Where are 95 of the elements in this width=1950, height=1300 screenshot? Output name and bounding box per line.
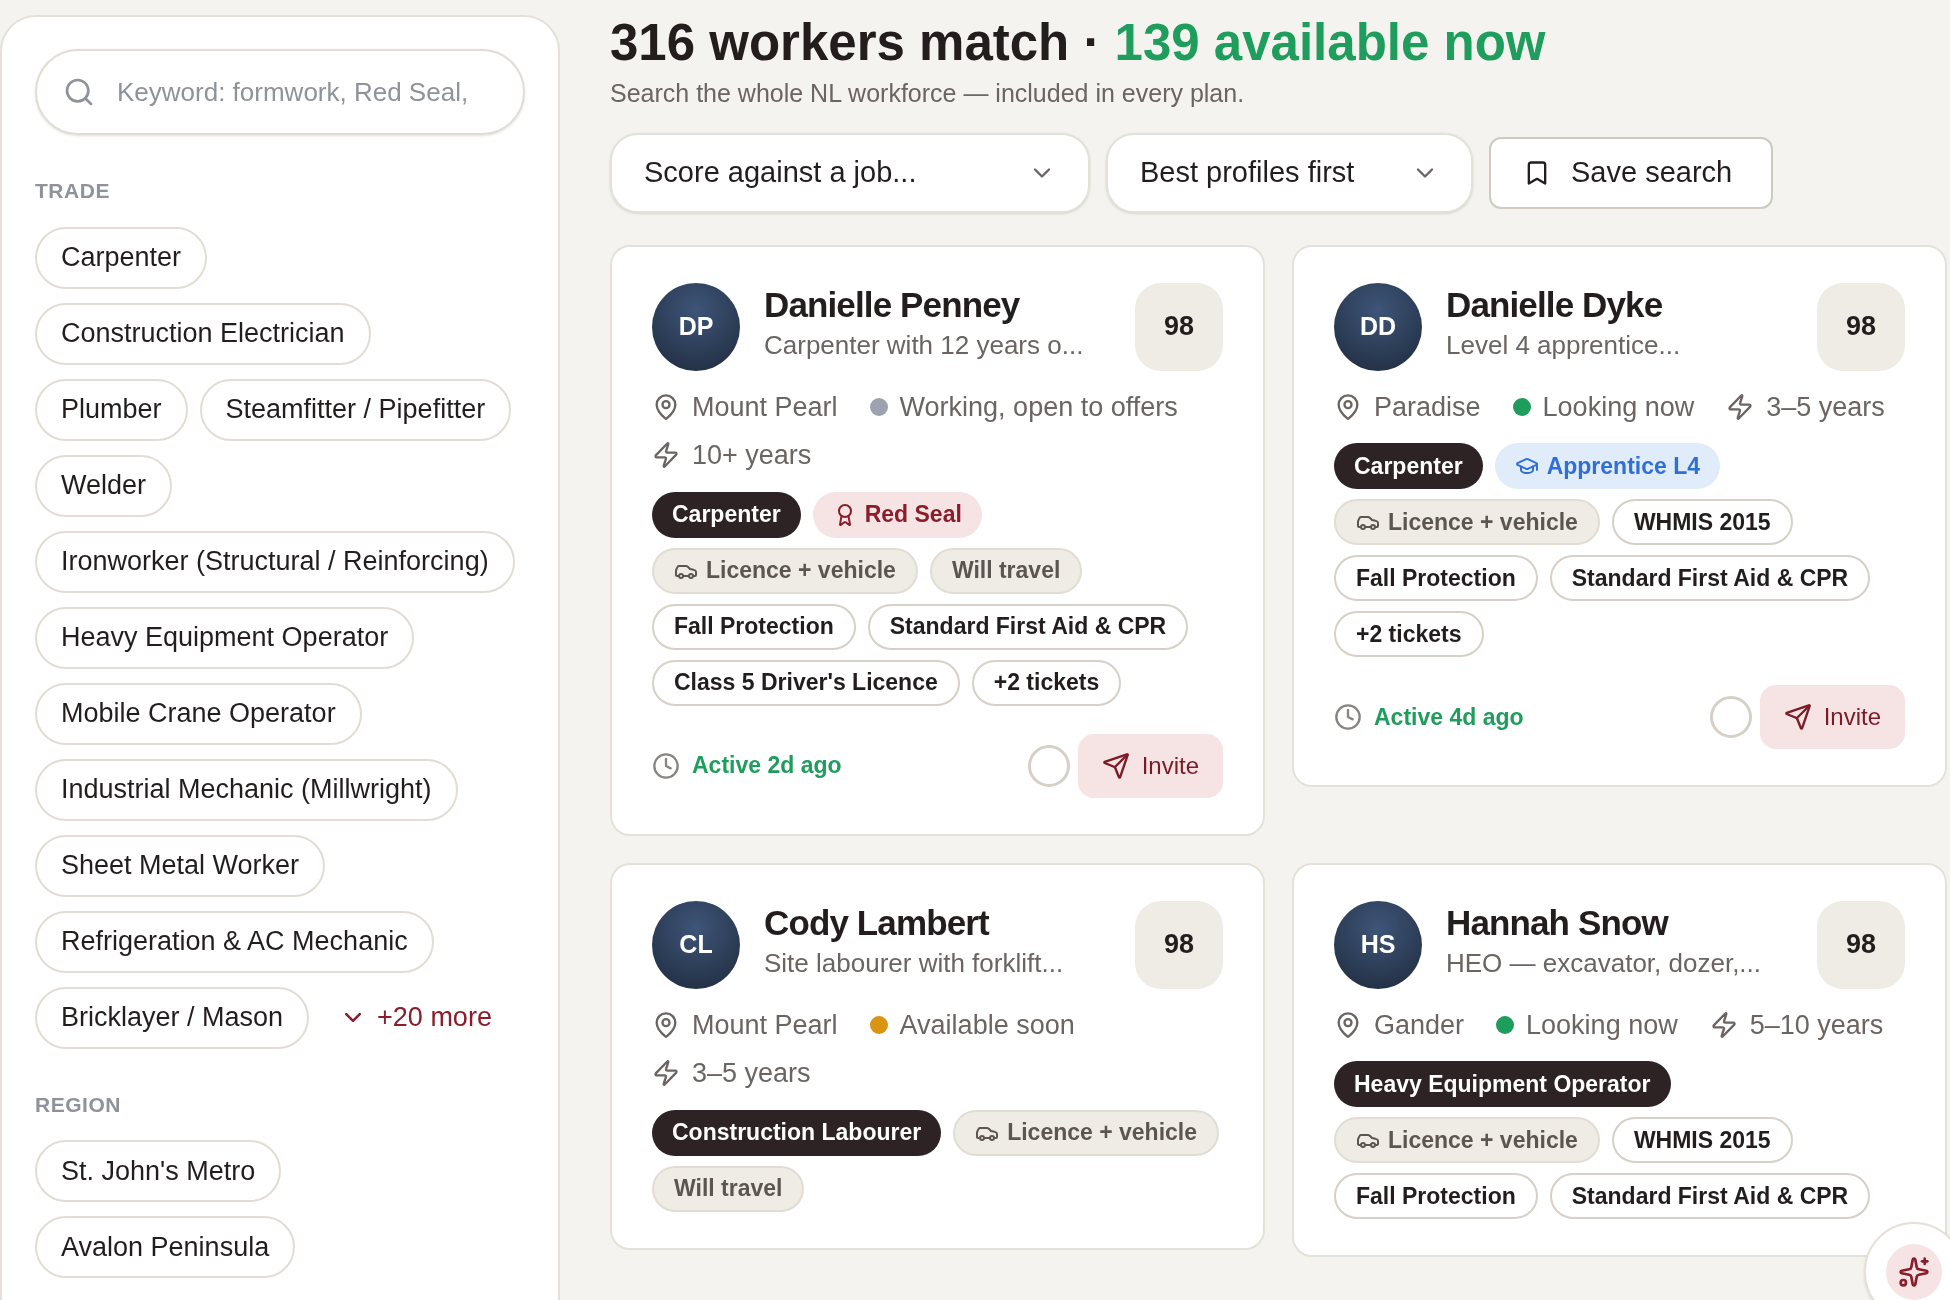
- worker-card[interactable]: DD Danielle Dyke Level 4 apprentice... 98 Paradise Looking now 3–5 years Carpenter Apprentice L4 Licence + vehicle WHMIS 2015 Fall Protection Standard First Aid & CPR +2 tickets Active 4d ago Invite: [1292, 244, 1947, 788]
- feature-tag: Licence + vehicle: [652, 547, 918, 594]
- ticket-tag: Fall Protection: [1334, 1173, 1538, 1220]
- ticket-tag: Class 5 Driver's Licence: [652, 659, 960, 706]
- worker-card[interactable]: CL Cody Lambert Site labourer with forklift... 98 Mount Pearl Available soon 3–5 years Construction Labourer Licence + vehicle Will travel: [610, 862, 1265, 1250]
- avatar: HS: [1334, 900, 1422, 989]
- filter-chip[interactable]: Steamfitter / Pipefitter: [199, 378, 512, 441]
- worker-experience: 10+ years: [692, 439, 812, 473]
- worker-location: Paradise: [1374, 390, 1481, 424]
- ticket-tag: WHMIS 2015: [1611, 499, 1793, 546]
- filter-chip[interactable]: Bricklayer / Mason: [35, 986, 310, 1049]
- select-checkbox[interactable]: [1027, 744, 1070, 787]
- show-more-link[interactable]: +20 more: [345, 997, 492, 1038]
- worker-status: Available soon: [899, 1008, 1075, 1042]
- results-subtitle: Search the whole NL workforce — included in every plan.: [610, 78, 1246, 110]
- results-heading: 316 workers match · 139 available now: [610, 15, 1547, 72]
- worker-experience: 3–5 years: [1766, 390, 1885, 424]
- ticket-tag: WHMIS 2015: [1611, 1117, 1793, 1164]
- worker-experience: 5–10 years: [1749, 1008, 1884, 1042]
- job-score-dropdown[interactable]: Score against a job...: [610, 132, 1090, 213]
- feature-tag: Licence + vehicle: [1334, 1117, 1600, 1164]
- filter-heading: TRADE: [35, 178, 111, 204]
- ticket-tag: Fall Protection: [652, 603, 856, 650]
- ticket-tag: Standard First Aid & CPR: [867, 603, 1189, 650]
- filter-heading: REGION: [35, 1091, 122, 1118]
- worker-name: Cody Lambert: [764, 901, 991, 944]
- filter-chip[interactable]: Plumber: [35, 378, 188, 441]
- worker-location: Mount Pearl: [692, 1008, 838, 1042]
- worker-card[interactable]: HS Hannah Snow HEO — excavator, dozer,... 98 Gander Looking now 5–10 years Heavy Equipment Operator Licence + vehicle WHMIS 2015 Fall Protection Standard First Aid & CPR: [1292, 862, 1947, 1258]
- lightning-icon: [1709, 1010, 1738, 1039]
- ticket-tag: +2 tickets: [1334, 611, 1484, 658]
- lightning-icon: [652, 1059, 680, 1088]
- avatar: CL: [652, 900, 740, 989]
- save-search-button[interactable]: Save search: [1489, 136, 1773, 209]
- lightning-icon: [1726, 392, 1755, 421]
- trade-tag: Carpenter: [1334, 443, 1483, 490]
- worker-summary: HEO — excavator, dozer,...: [1446, 947, 1763, 981]
- search-icon: [63, 76, 95, 108]
- chevron-down-icon: [345, 1013, 362, 1022]
- invite-button[interactable]: Invite: [1759, 685, 1905, 750]
- worker-card[interactable]: [610, 244, 1265, 836]
- invite-button[interactable]: Invite: [1077, 733, 1223, 798]
- feature-tag: Will travel: [652, 1165, 805, 1212]
- trade-tag: Heavy Equipment Operator: [1334, 1061, 1671, 1108]
- worker-location: Gander: [1374, 1008, 1465, 1042]
- score-badge: 98: [1817, 900, 1905, 989]
- worker-name: Danielle Dyke: [1446, 283, 1664, 326]
- worker-name: Danielle Penney: [764, 283, 1021, 326]
- sparkle-icon: [1898, 1256, 1930, 1288]
- send-icon: [1101, 751, 1130, 780]
- apprentice-tag: Apprentice L4: [1494, 443, 1721, 490]
- sort-dropdown[interactable]: Best profiles first: [1106, 132, 1473, 213]
- worker-summary: Level 4 apprentice...: [1446, 329, 1682, 363]
- filter-chip[interactable]: Carpenter: [35, 226, 208, 289]
- worker-name: Hannah Snow: [1446, 901, 1670, 944]
- filter-chip[interactable]: Welder: [35, 454, 173, 517]
- score-badge: 98: [1135, 282, 1223, 371]
- avatar: DD: [1334, 282, 1422, 371]
- ticket-tag: Fall Protection: [1334, 555, 1538, 602]
- filter-chip[interactable]: Heavy Equipment Operator: [35, 606, 415, 669]
- lightning-icon: [652, 441, 680, 470]
- filter-chip[interactable]: Construction Electrician: [35, 302, 371, 365]
- feature-tag: Will travel: [929, 547, 1083, 594]
- filter-chip[interactable]: Refrigeration & AC Mechanic: [35, 910, 434, 973]
- clock-icon: [652, 751, 680, 780]
- worker-summary: Site labourer with forklift...: [764, 947, 1065, 981]
- worker-experience: 3–5 years: [692, 1057, 811, 1091]
- filter-chip[interactable]: Ironworker (Structural / Reinforcing): [35, 530, 515, 593]
- feature-tag: Licence + vehicle: [1334, 499, 1600, 546]
- ticket-tag: Standard First Aid & CPR: [1549, 555, 1871, 602]
- ticket-tag: +2 tickets: [971, 659, 1122, 706]
- send-icon: [1783, 703, 1812, 732]
- last-active-text: Active 4d ago: [1374, 702, 1524, 732]
- score-badge: 98: [1817, 282, 1905, 371]
- trade-tag: Construction Labourer: [652, 1109, 942, 1156]
- worker-location: Mount Pearl: [692, 390, 838, 424]
- certification-tag: Red Seal: [812, 491, 982, 538]
- worker-status: Looking now: [1526, 1008, 1678, 1042]
- select-checkbox[interactable]: [1709, 696, 1752, 739]
- worker-status: Looking now: [1542, 390, 1695, 424]
- keyword-search-field[interactable]: Keyword: formwork, Red Seal,: [35, 49, 525, 135]
- filter-chip[interactable]: Sheet Metal Worker: [35, 834, 326, 897]
- filter-chip[interactable]: Industrial Mechanic (Millwright): [35, 758, 458, 821]
- feature-tag: Licence + vehicle: [953, 1109, 1220, 1156]
- trade-tag: Carpenter: [652, 491, 801, 538]
- ticket-tag: Standard First Aid & CPR: [1549, 1173, 1871, 1220]
- filter-chip[interactable]: St. John's Metro: [35, 1140, 282, 1202]
- filter-chip[interactable]: Avalon Peninsula: [35, 1216, 296, 1278]
- filter-chip[interactable]: Mobile Crane Operator: [35, 682, 362, 745]
- score-badge: 98: [1135, 900, 1223, 989]
- last-active-text: Active 2d ago: [692, 751, 842, 781]
- worker-summary: Carpenter with 12 years o...: [764, 329, 1085, 363]
- worker-status: Working, open to offers: [899, 390, 1178, 424]
- avatar: DP: [652, 282, 740, 371]
- clock-icon: [1334, 703, 1362, 732]
